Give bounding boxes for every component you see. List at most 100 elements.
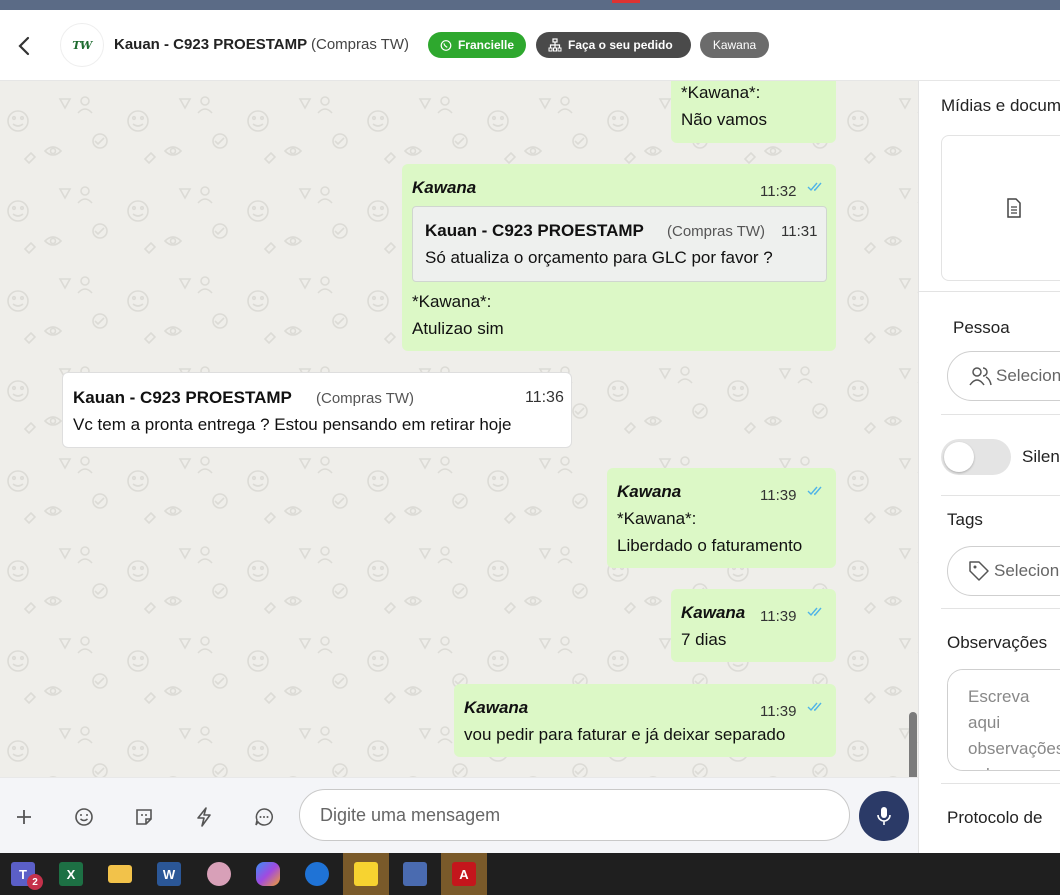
flow-chip-label: Faça o seu pedido [568,38,673,52]
quoted-message[interactable]: Kauan - C923 PROESTAMP (Compras TW) 11:3… [412,206,827,282]
chat-scrollbar[interactable] [909,712,917,777]
message-text: 7 dias [681,630,727,649]
chevron-left-icon [18,36,30,56]
windows-taskbar: T 2 X W A [0,853,1060,895]
sticker-button[interactable] [132,805,156,829]
message-bubble-outgoing[interactable]: Kawana 11:39 vou pedir para faturar e já… [454,684,836,757]
agent-chip[interactable]: Francielle [428,32,526,58]
message-line: Não vamos [681,110,767,129]
lightning-icon [197,807,211,827]
taskbar-calculator[interactable] [392,853,438,895]
flow-icon [548,38,562,52]
tags-section-title: Tags [947,510,983,529]
message-bubble-outgoing[interactable]: Kawana 11:32 Kauan - C923 PROESTAMP (Com… [402,164,836,351]
teams-icon: T 2 [11,862,43,890]
queue-chip-label: Kawana [712,38,757,52]
media-card[interactable] [941,135,1060,281]
read-receipt-icon [807,607,822,617]
quoted-text: Só atualiza o orçamento para GLC por fav… [425,248,773,267]
attach-button[interactable] [12,805,36,829]
message-line: Atulizao sim [412,319,504,338]
people-icon [969,367,992,386]
emoji-button[interactable] [72,805,96,829]
tags-select-placeholder: Selecionar [994,561,1060,580]
emoji-icon [75,808,93,826]
person-select-placeholder: Selecionar [996,366,1060,385]
chat-area[interactable]: *Kawana*: Não vamos Kawana 11:32 Kauan -… [0,81,918,777]
section-divider [941,783,1060,784]
sticker-icon [136,809,152,825]
taskbar-file-explorer[interactable] [97,853,143,895]
tag-icon [969,561,989,581]
media-section-title: Mídias e documentos [941,96,1060,115]
chat-bubble-icon [255,808,273,826]
section-divider [941,608,1060,609]
taskbar-word[interactable]: W [146,853,192,895]
acrobat-icon: A [452,862,476,886]
silence-toggle[interactable] [941,439,1011,475]
message-line: Liberdado o faturamento [617,536,803,555]
message-bubble-outgoing[interactable]: Kawana 11:39 7 dias [671,589,836,662]
section-divider [941,495,1060,496]
calculator-icon [403,862,427,886]
taskbar-sticky-notes[interactable] [343,853,389,895]
message-bubble-outgoing[interactable]: Kawana 11:39 *Kawana*: Liberdado o fatur… [607,468,836,568]
paint-icon [207,862,231,886]
protocol-section-title: Protocolo de [947,808,1043,827]
chat-header: TW Kauan - C923 PROESTAMP (Compras TW) F… [0,10,1060,81]
excel-icon: X [59,862,83,886]
notes-textarea[interactable] [947,669,1060,771]
message-sender: Kawana [617,482,682,501]
taskbar-teams[interactable]: T 2 [0,853,46,895]
message-sender: Kawana [681,603,746,622]
chat-button[interactable] [252,805,276,829]
message-text: Vc tem a pronta entrega ? Estou pensando… [73,415,512,434]
notes-section-title: Observações [947,633,1048,652]
record-audio-button[interactable] [859,791,909,841]
message-line: *Kawana*: [412,292,492,311]
section-divider [919,291,1060,292]
window-top-strip [0,0,1060,10]
message-time: 11:39 [760,608,797,625]
silence-label: Silenciar [1022,447,1060,466]
thunderbird-icon [305,862,329,886]
contact-name: Kauan - C923 PROESTAMP [114,36,307,53]
file-explorer-icon [108,865,132,883]
toggle-knob [944,442,974,472]
taskbar-excel[interactable]: X [48,853,94,895]
taskbar-copilot[interactable] [245,853,291,895]
quoted-company: (Compras TW) [667,223,766,240]
whatsapp-icon [440,39,452,51]
message-bubble-incoming[interactable]: Kauan - C923 PROESTAMP (Compras TW) 11:3… [62,372,572,448]
section-divider [941,414,1060,415]
taskbar-paint[interactable] [196,853,242,895]
word-icon: W [157,862,181,886]
read-receipt-icon [807,182,822,192]
message-bubble-outgoing[interactable]: *Kawana*: Não vamos [671,81,836,143]
taskbar-acrobat[interactable]: A [441,853,487,895]
tags-select[interactable]: Selecionar [947,546,1060,596]
message-time: 11:39 [760,487,797,504]
quick-reply-button[interactable] [192,805,216,829]
logo-text: TW [72,38,92,52]
contact-title[interactable]: Kauan - C923 PROESTAMP (Compras TW) [114,36,409,53]
contact-side-panel: Mídias e documentos Pessoa Selecionar Si… [918,81,1060,853]
plus-icon [17,810,31,824]
queue-chip[interactable]: Kawana [700,32,769,58]
message-time: 11:32 [760,183,797,200]
taskbar-thunderbird[interactable] [294,853,340,895]
contact-company: (Compras TW) [311,36,410,53]
back-button[interactable] [12,34,36,58]
read-receipt-icon [807,486,822,496]
document-icon [1007,198,1021,218]
message-input[interactable] [299,789,850,841]
contact-avatar[interactable]: TW [60,23,104,67]
quoted-sender: Kauan - C923 PROESTAMP [425,221,644,240]
message-sender-company: (Compras TW) [316,390,415,407]
microphone-icon [877,807,891,825]
person-select[interactable]: Selecionar [947,351,1060,401]
person-section-title: Pessoa [953,318,1010,337]
message-text: vou pedir para faturar e já deixar separ… [464,725,786,744]
message-sender: Kawana [412,178,477,197]
flow-chip[interactable]: Faça o seu pedido [536,32,691,58]
